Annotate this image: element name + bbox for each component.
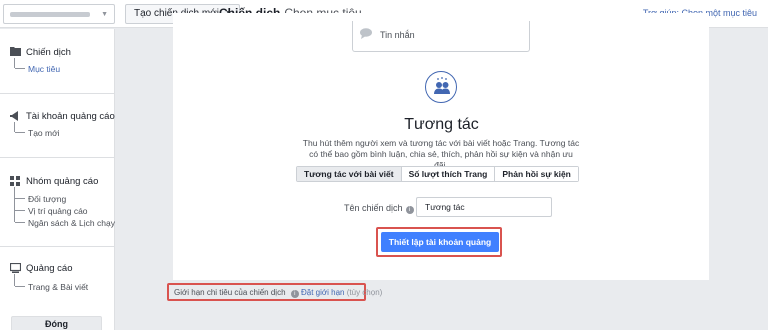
tree-line	[14, 274, 15, 286]
campaign-name-label: Tên chiến dịch i	[344, 203, 414, 214]
sidebar-item-page-post[interactable]: Trang & Bài viết	[28, 282, 88, 292]
tree-tick	[15, 198, 25, 199]
divider	[0, 93, 115, 94]
messages-label: Tin nhắn	[380, 30, 415, 40]
ad-monitor-icon	[10, 263, 21, 273]
chat-bubble-icon	[360, 28, 372, 39]
engagement-type-tabs: Tương tác với bài viết Số lượt thích Tra…	[296, 166, 579, 182]
close-button[interactable]: Đóng	[11, 316, 102, 330]
info-icon[interactable]: i	[290, 290, 299, 298]
objective-title: Tương tác	[404, 116, 479, 133]
tree-line	[14, 187, 15, 222]
sidebar-item-create-new[interactable]: Tạo mới	[28, 128, 60, 138]
sidebar-item-budget-schedule[interactable]: Ngân sách & Lịch chạy	[28, 218, 115, 228]
campaign-name-input[interactable]: Tương tác	[416, 197, 552, 217]
spend-limit-row: Giới hạn chi tiêu của chiến dịch i Đặt g…	[174, 288, 382, 298]
tree-tick	[15, 222, 25, 223]
sidebar-item-ad-account[interactable]: Tài khoản quảng cáo	[26, 111, 115, 122]
tree-tick	[15, 132, 25, 133]
spend-limit-label: Giới hạn chi tiêu của chiến dịch	[174, 288, 286, 297]
divider	[0, 157, 115, 158]
account-selector[interactable]: ▼	[3, 4, 115, 24]
sidebar: Chiến dịch Mục tiêu Tài khoản quảng cáo …	[0, 29, 115, 330]
tree-tick	[15, 210, 25, 211]
optional-label: (tùy chọn)	[346, 288, 383, 297]
sidebar-item-placements[interactable]: Vị trí quảng cáo	[28, 206, 88, 216]
setup-ad-account-button[interactable]: Thiết lập tài khoản quảng cáo	[381, 232, 499, 267]
sidebar-item-ad-set[interactable]: Nhóm quảng cáo	[26, 176, 98, 187]
sidebar-item-objective[interactable]: Mục tiêu	[28, 64, 60, 74]
engagement-icon	[425, 71, 457, 103]
tree-tick	[15, 68, 25, 69]
chevron-down-icon: ▼	[101, 11, 108, 18]
megaphone-icon	[10, 111, 18, 121]
objective-option-messages[interactable]: Tin nhắn	[352, 21, 530, 52]
folder-icon	[10, 47, 21, 56]
tree-line	[14, 58, 15, 68]
campaign-name-label-text: Tên chiến dịch	[344, 203, 403, 213]
tree-tick	[15, 286, 25, 287]
divider	[0, 246, 115, 247]
sidebar-item-ad[interactable]: Quảng cáo	[26, 263, 72, 274]
sidebar-item-audience[interactable]: Đối tượng	[28, 194, 66, 204]
set-limit-link[interactable]: Đặt giới hạn	[301, 288, 345, 297]
tab-post-engagement[interactable]: Tương tác với bài viết	[297, 167, 402, 181]
people-icon	[434, 77, 450, 94]
tab-page-likes[interactable]: Số lượt thích Trang	[401, 167, 496, 181]
tree-line	[14, 122, 15, 132]
sidebar-item-campaign[interactable]: Chiến dịch	[26, 47, 71, 58]
account-name-redacted	[10, 12, 90, 17]
tab-event-responses[interactable]: Phản hồi sự kiện	[495, 167, 578, 181]
grid-icon	[10, 176, 20, 186]
info-icon[interactable]: i	[405, 206, 414, 214]
